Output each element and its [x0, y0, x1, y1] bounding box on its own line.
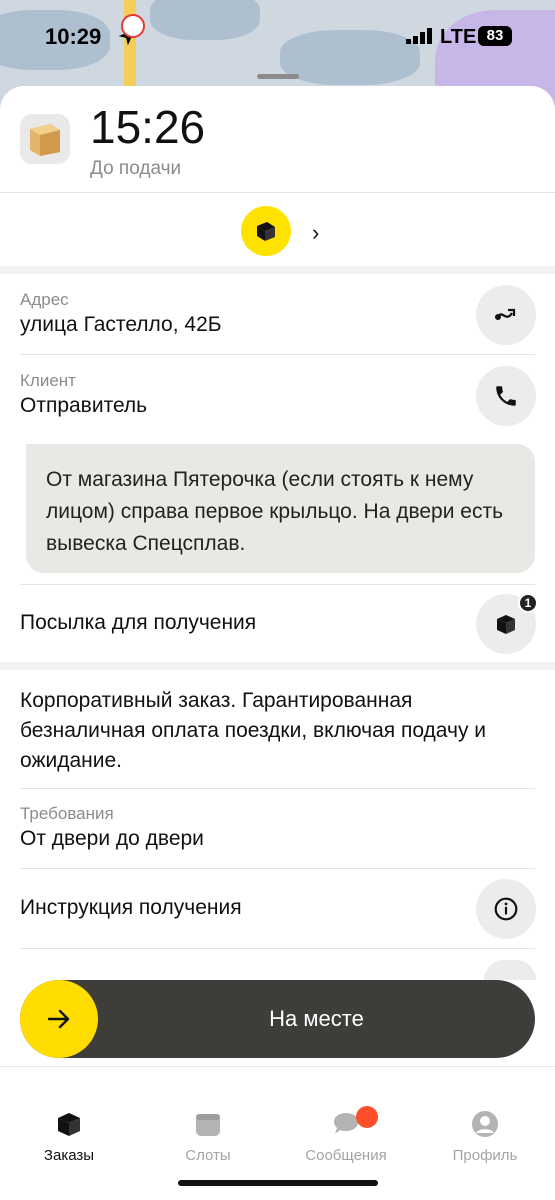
network-type: LTE: [440, 26, 477, 48]
address-label: Адрес: [20, 290, 69, 309]
tab-orders[interactable]: Заказы: [14, 1109, 124, 1164]
client-label: Клиент: [20, 371, 76, 390]
instruction-info-button[interactable]: [476, 879, 536, 939]
route-icon: [495, 308, 516, 320]
divider: [20, 584, 535, 585]
parcel-logo-icon: [20, 114, 70, 164]
tab-profile-label: Профиль: [452, 1147, 518, 1164]
section-separator: [0, 662, 555, 670]
box-icon: [58, 1113, 80, 1136]
tab-orders-label: Заказы: [43, 1147, 95, 1164]
requirements-label: Требования: [20, 804, 114, 823]
calendar-icon: [196, 1114, 220, 1136]
call-button[interactable]: [476, 366, 536, 426]
tab-messages[interactable]: Сообщения: [291, 1109, 401, 1164]
signal-icon: [406, 28, 432, 44]
tab-slots[interactable]: Слоты: [153, 1109, 263, 1164]
eta-subtitle: До подачи: [90, 158, 182, 179]
divider: [20, 788, 535, 789]
profile-icon: [472, 1111, 498, 1137]
messages-notification-dot: [356, 1106, 378, 1128]
client-comment: От магазина Пятерочка (если стоять к нем…: [26, 444, 535, 573]
requirements-value: От двери до двери: [20, 827, 204, 850]
status-time: 10:29: [45, 24, 102, 49]
sheet-grabber[interactable]: [257, 74, 299, 79]
tab-slots-label: Слоты: [185, 1147, 231, 1164]
instruction-label[interactable]: Инструкция получения: [20, 896, 242, 920]
delivery-type-icon[interactable]: [241, 206, 291, 256]
tab-profile[interactable]: Профиль: [430, 1109, 540, 1164]
payment-note: Корпоративный заказ. Гарантированная без…: [20, 689, 487, 772]
phone-icon: [496, 386, 516, 406]
arrived-label: На месте: [269, 1006, 364, 1031]
eta-time: 15:26: [90, 101, 206, 153]
section-separator: [0, 266, 555, 274]
home-indicator: [178, 1180, 378, 1186]
divider: [20, 868, 535, 869]
status-bar: 10:29 LTE 83: [0, 0, 555, 72]
divider: [0, 192, 555, 193]
tab-messages-label: Сообщения: [305, 1147, 387, 1164]
address-value: улица Гастелло, 42Б: [20, 313, 222, 336]
client-value: Отправитель: [20, 394, 148, 417]
chevron-right-icon[interactable]: ›: [312, 220, 319, 246]
arrived-slider[interactable]: На месте: [20, 980, 535, 1058]
arrow-right-icon[interactable]: [20, 980, 98, 1058]
info-icon: [494, 897, 518, 921]
divider: [20, 948, 535, 949]
divider: [20, 354, 535, 355]
parcel-count-badge: 1: [518, 593, 538, 613]
box-icon: [497, 615, 515, 634]
camera-record-icon: [121, 14, 145, 38]
route-button[interactable]: [476, 285, 536, 345]
parcel-label[interactable]: Посылка для получения: [20, 611, 256, 635]
battery-indicator: 83: [478, 26, 512, 46]
